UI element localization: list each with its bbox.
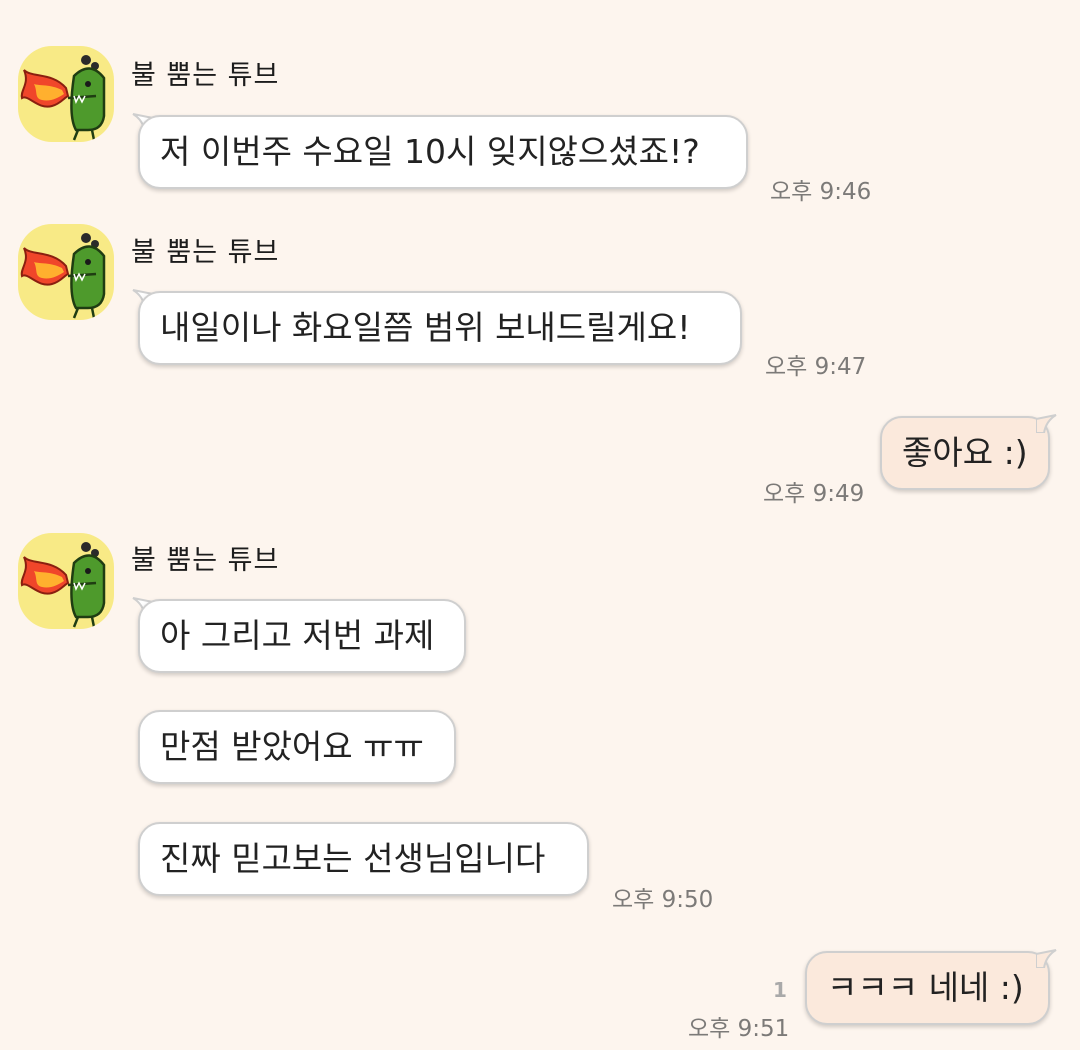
unread-count: 1 xyxy=(773,978,787,1002)
sender-avatar[interactable] xyxy=(18,224,114,320)
message-bubble-incoming[interactable]: 진짜 믿고보는 선생님입니다 xyxy=(138,822,589,896)
sender-avatar[interactable] xyxy=(18,46,114,142)
message-timestamp: 오후 9:50 xyxy=(612,887,714,913)
bubble-tail-icon xyxy=(1036,949,1057,968)
message-timestamp: 오후 9:46 xyxy=(770,179,872,205)
fire-breathing-tube-character-icon xyxy=(20,542,106,628)
message-bubble-incoming[interactable]: 아 그리고 저번 과제 xyxy=(138,599,466,673)
sender-name: 불 뿜는 튜브 xyxy=(131,545,280,576)
bubble-tail-icon xyxy=(1036,414,1057,433)
message-timestamp: 오후 9:49 xyxy=(763,481,865,507)
fire-breathing-tube-character-icon xyxy=(20,55,106,141)
message-timestamp: 오후 9:51 xyxy=(688,1016,790,1042)
sender-avatar[interactable] xyxy=(18,533,114,629)
message-bubble-outgoing[interactable]: ㅋㅋㅋ 네네 :) xyxy=(805,951,1050,1025)
fire-breathing-tube-character-icon xyxy=(20,233,106,319)
message-bubble-outgoing[interactable]: 좋아요 :) xyxy=(880,416,1050,490)
message-timestamp: 오후 9:47 xyxy=(765,354,867,380)
sender-name: 불 뿜는 튜브 xyxy=(131,237,280,268)
sender-name: 불 뿜는 튜브 xyxy=(131,60,280,91)
message-bubble-incoming[interactable]: 내일이나 화요일쯤 범위 보내드릴게요! xyxy=(138,291,742,365)
message-bubble-incoming[interactable]: 저 이번주 수요일 10시 잊지않으셨죠!? xyxy=(138,115,748,189)
message-bubble-incoming[interactable]: 만점 받았어요 ㅠㅠ xyxy=(138,710,456,784)
